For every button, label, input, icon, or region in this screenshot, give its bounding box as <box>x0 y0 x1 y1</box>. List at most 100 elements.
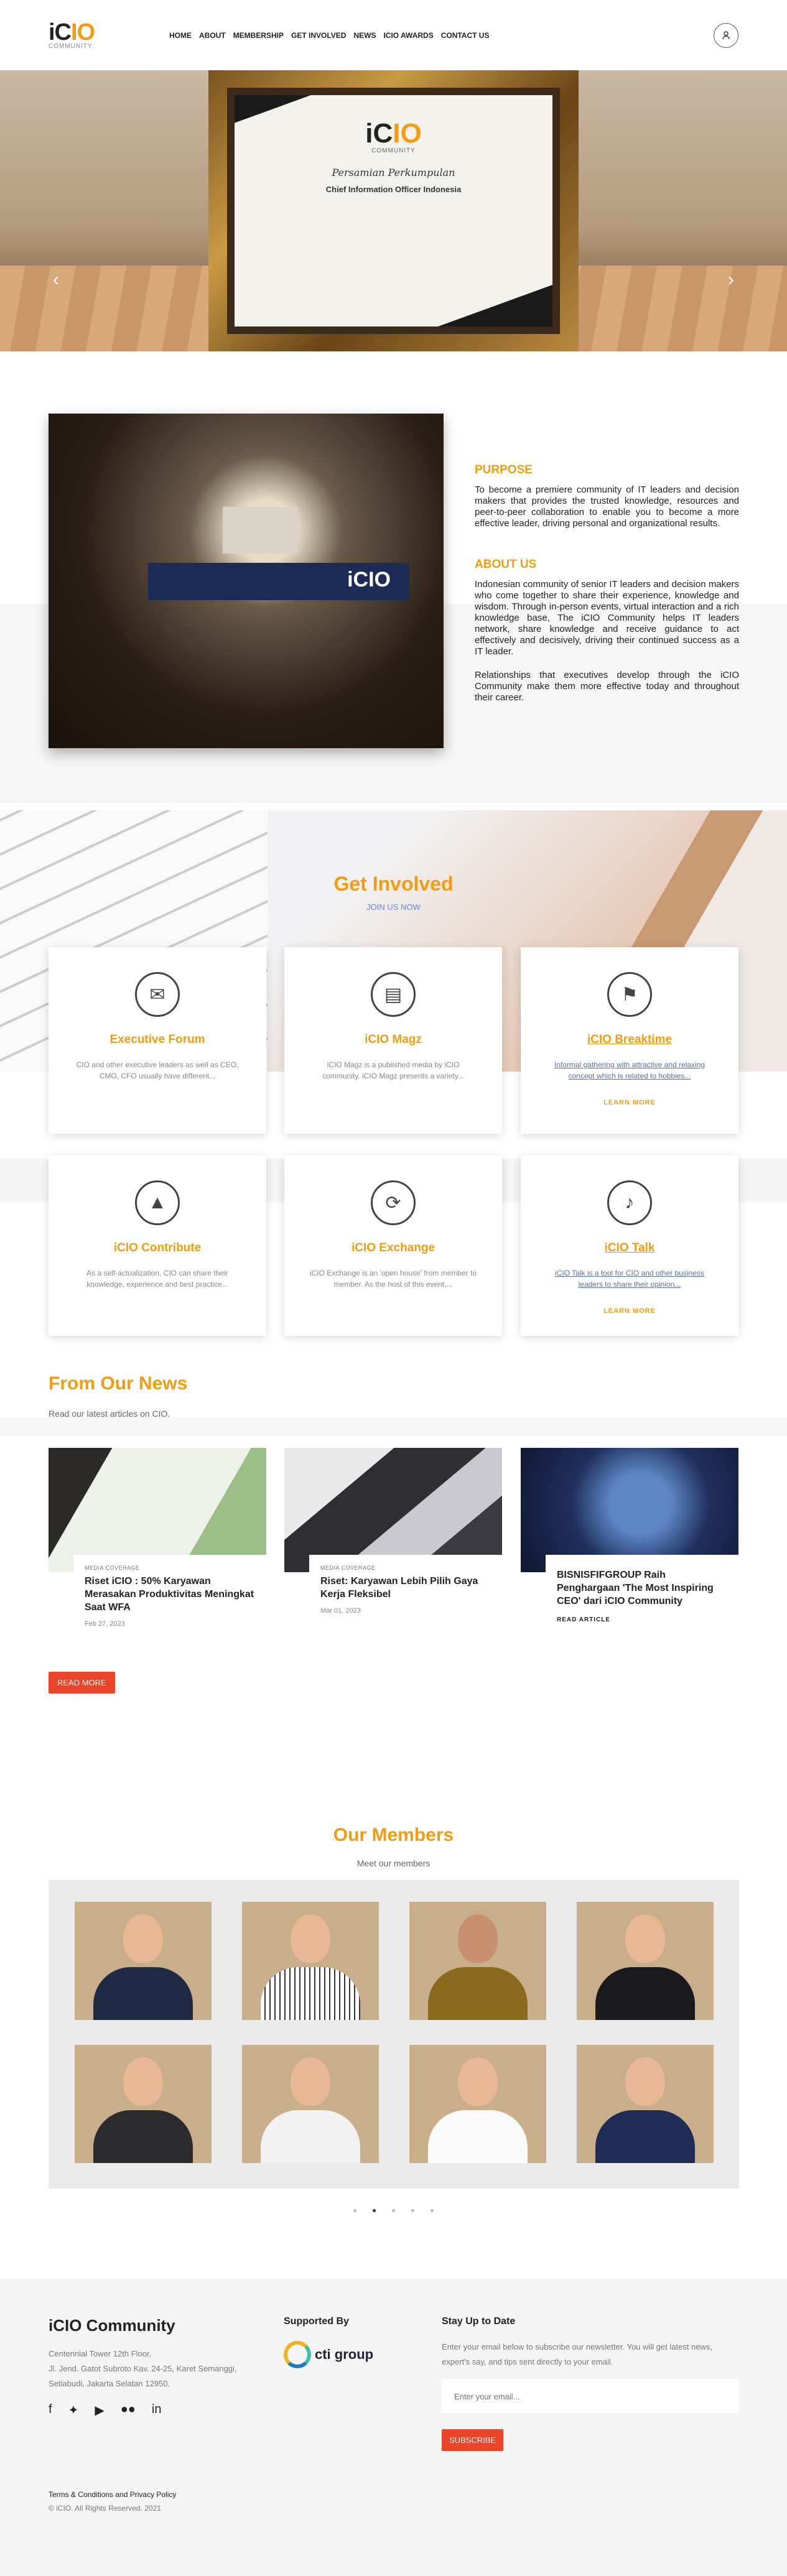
news-post-image[interactable] <box>49 1448 266 1572</box>
footer-bottom: Terms & Conditions and Privacy Policy © … <box>49 2490 176 2518</box>
user-icon <box>722 31 730 40</box>
footer-newsletter: Stay Up to Date Enter your email below t… <box>442 2316 739 2451</box>
about-text: PURPOSE To become a premiere community o… <box>475 463 739 716</box>
card-text: CIO and other executive leaders as well … <box>76 1060 239 1080</box>
carousel-dot[interactable] <box>431 2209 434 2212</box>
microphone-icon: ♪ <box>607 1180 652 1225</box>
member-photo[interactable] <box>577 1902 714 2020</box>
terms-link[interactable]: Terms & Conditions and Privacy Policy <box>49 2490 176 2499</box>
members-section: Our Members Meet our members <box>0 1753 787 2279</box>
footer-supported: Supported By cti group <box>284 2316 373 2368</box>
hero-certificate-frame: iCIO COMMUNITY Persamian Perkumpulan Chi… <box>208 70 579 351</box>
card-title: iCIO Exchange <box>351 1241 435 1254</box>
carousel-dot[interactable] <box>353 2209 356 2212</box>
read-article-link[interactable]: READ ARTICLE <box>557 1616 727 1623</box>
news-section: From Our News Read our latest articles o… <box>0 1373 787 1753</box>
card-icio-magz[interactable]: ▤ iCIO Magz iCIO Magz is a published med… <box>284 947 502 1134</box>
exchange-icon: ⟳ <box>371 1180 416 1225</box>
read-more-button[interactable]: READ MORE <box>49 1672 115 1693</box>
card-text[interactable]: Informal gathering with attractive and r… <box>546 1059 714 1082</box>
news-title-link[interactable]: Riset: Karyawan Lebih Pilih Gaya Kerja F… <box>320 1575 491 1601</box>
card-icio-exchange[interactable]: ⟳ iCIO Exchange iCIO Exchange is an 'ope… <box>284 1156 502 1336</box>
members-subtitle: Meet our members <box>356 1858 431 1868</box>
golf-icon: ⚑ <box>607 972 652 1017</box>
youtube-icon[interactable]: ▶ <box>95 2402 104 2418</box>
slider-next-arrow-icon[interactable]: › <box>728 269 734 290</box>
nav-icio-awards[interactable]: ICIO AWARDS <box>383 31 433 40</box>
learn-more-link[interactable]: LEARN MORE <box>521 1099 738 1106</box>
member-photo[interactable] <box>577 2045 714 2163</box>
newsletter-text: Enter your email below to subscribe our … <box>442 2342 713 2366</box>
card-title[interactable]: iCIO Talk <box>521 1241 738 1255</box>
card-text: As a self-actualization, CIO can share t… <box>86 1269 228 1289</box>
card-icio-contribute[interactable]: ▲ iCIO Contribute As a self-actualizatio… <box>49 1156 266 1336</box>
card-executive-forum[interactable]: ✉ Executive Forum CIO and other executiv… <box>49 947 266 1134</box>
purpose-text: To become a premiere community of IT lea… <box>475 484 739 529</box>
site-header: iCIO COMMUNITY HOME ABOUT MEMBERSHIP GET… <box>0 0 787 70</box>
cti-logo-icon <box>284 2341 311 2368</box>
event-photo: iCIO <box>49 414 444 748</box>
social-links: f ✦ ▶ ●● in <box>49 2402 272 2418</box>
stage-logo: iCIO <box>347 568 391 591</box>
member-photo[interactable] <box>75 1902 212 2020</box>
card-icio-talk[interactable]: ♪ iCIO Talk iCIO Talk is a tool for CIO … <box>521 1156 738 1336</box>
member-photo[interactable] <box>75 2045 212 2163</box>
card-text: iCIO Magz is a published media by iCIO c… <box>322 1060 464 1080</box>
member-photo[interactable] <box>409 2045 546 2163</box>
chat-icon: ✉ <box>135 972 180 1017</box>
copyright: © iCIO. All Rights Reserved. 2021 <box>49 2504 161 2513</box>
email-input[interactable] <box>442 2379 739 2413</box>
card-text[interactable]: iCIO Talk is a tool for CIO and other bu… <box>546 1267 714 1290</box>
get-involved-subtitle: JOIN US NOW <box>366 902 421 912</box>
news-post[interactable]: BISNISFIFGROUP Raih Penghargaan 'The Mos… <box>521 1448 738 1623</box>
about-us-text: Indonesian community of senior IT leader… <box>475 579 739 657</box>
about-us-heading: ABOUT US <box>475 558 537 571</box>
card-text: iCIO Exchange is an 'open house' from me… <box>309 1269 477 1289</box>
supported-by-heading: Supported By <box>284 2316 349 2327</box>
learn-more-link[interactable]: LEARN MORE <box>521 1307 738 1315</box>
user-login-button[interactable] <box>714 23 738 48</box>
news-post[interactable]: MEDIA COVERAGE Riset iCIO : 50% Karyawan… <box>49 1448 266 1628</box>
footer-title: iCIO Community <box>49 2316 175 2335</box>
certificate-name: Chief Information Officer Indonesia <box>325 185 462 194</box>
newsletter-heading: Stay Up to Date <box>442 2316 516 2327</box>
news-post-image[interactable] <box>521 1448 738 1572</box>
flickr-icon[interactable]: ●● <box>121 2402 136 2418</box>
carousel-dot-active[interactable] <box>373 2209 376 2212</box>
member-photo[interactable] <box>409 1902 546 2020</box>
subscribe-button[interactable]: SUBSCRIBE <box>442 2429 504 2451</box>
certificate-logo: iCIO <box>365 118 422 149</box>
member-photo[interactable] <box>242 2045 379 2163</box>
site-logo[interactable]: iCIO COMMUNITY <box>49 21 105 50</box>
logo-subtitle: COMMUNITY <box>49 43 93 50</box>
nav-about[interactable]: ABOUT <box>199 31 226 40</box>
hero-certificate: iCIO COMMUNITY Persamian Perkumpulan Chi… <box>235 95 552 327</box>
news-post-image[interactable] <box>284 1448 502 1572</box>
get-involved-section: Get Involved JOIN US NOW ✉ Executive For… <box>0 810 787 1373</box>
carousel-dot[interactable] <box>392 2209 395 2212</box>
carousel-dot[interactable] <box>411 2209 414 2212</box>
cti-group-logo[interactable]: cti group <box>284 2341 373 2368</box>
card-title[interactable]: iCIO Breaktime <box>521 1033 738 1047</box>
news-date: Feb 27, 2023 <box>85 1620 125 1628</box>
twitter-icon[interactable]: ✦ <box>68 2402 79 2418</box>
member-photo[interactable] <box>242 1902 379 2020</box>
nav-news[interactable]: NEWS <box>353 31 376 40</box>
nav-get-involved[interactable]: GET INVOLVED <box>291 31 346 40</box>
news-title-link[interactable]: BISNISFIFGROUP Raih Penghargaan 'The Mos… <box>557 1568 727 1608</box>
nav-contact-us[interactable]: CONTACT US <box>441 31 490 40</box>
news-title-link[interactable]: Riset iCIO : 50% Karyawan Merasakan Prod… <box>85 1575 255 1614</box>
facebook-icon[interactable]: f <box>49 2402 52 2418</box>
certificate-logo-sub: COMMUNITY <box>371 147 416 154</box>
news-post[interactable]: MEDIA COVERAGE Riset: Karyawan Lebih Pil… <box>284 1448 502 1615</box>
hero-slider: iCIO COMMUNITY Persamian Perkumpulan Chi… <box>0 70 787 351</box>
slider-prev-arrow-icon[interactable]: ‹ <box>53 269 59 290</box>
linkedin-icon[interactable]: in <box>152 2402 162 2418</box>
news-date: Mar 01, 2023 <box>320 1607 361 1615</box>
nav-home[interactable]: HOME <box>169 31 192 40</box>
nav-membership[interactable]: MEMBERSHIP <box>233 31 284 40</box>
news-title: From Our News <box>49 1373 188 1394</box>
card-icio-breaktime[interactable]: ⚑ iCIO Breaktime Informal gathering with… <box>521 947 738 1134</box>
site-footer: iCIO Community Centennial Tower 12th Flo… <box>0 2279 787 2576</box>
book-icon: ▤ <box>371 972 416 1017</box>
